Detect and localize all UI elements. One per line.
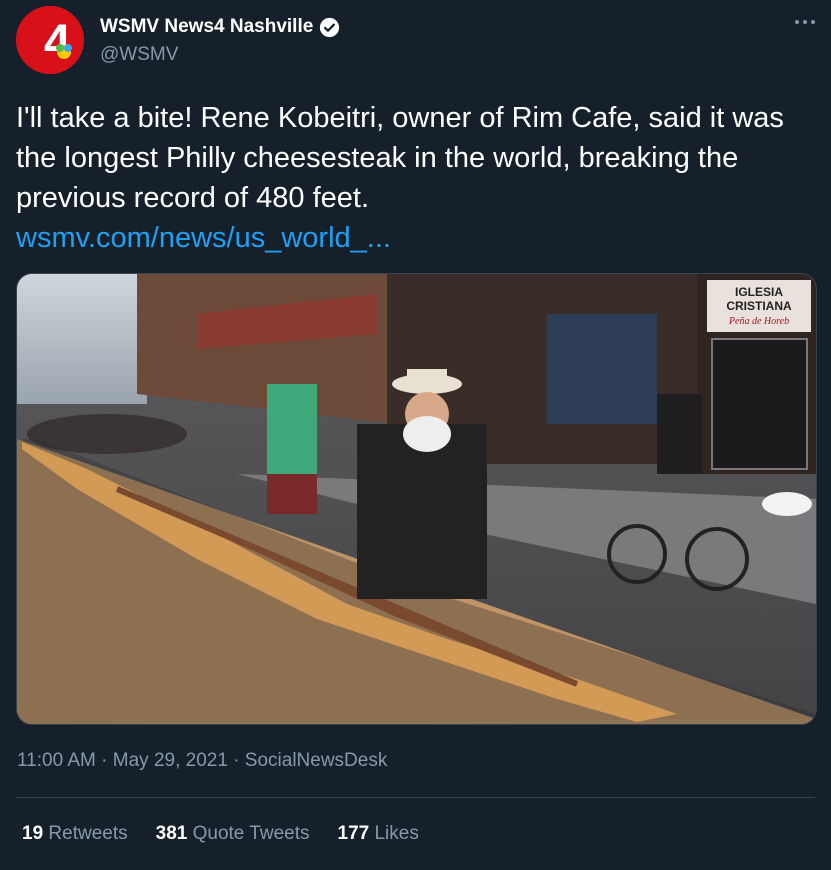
tweet-body: I'll take a bite! Rene Kobeitri, owner o… xyxy=(16,98,816,258)
separator: · xyxy=(233,750,240,771)
retweets-stat[interactable]: 19 Retweets xyxy=(22,823,128,845)
likes-label: Likes xyxy=(374,823,419,844)
tweet-photo[interactable]: IGLESIA CRISTIANA Peña de Horeb xyxy=(16,273,817,725)
tweet-date[interactable]: May 29, 2021 xyxy=(113,750,228,771)
quotes-count: 381 xyxy=(155,823,188,844)
svg-text:Peña de Horeb: Peña de Horeb xyxy=(728,316,789,327)
tweet-text: I'll take a bite! Rene Kobeitri, owner o… xyxy=(16,102,784,214)
divider xyxy=(16,797,815,798)
retweets-count: 19 xyxy=(22,823,44,844)
svg-text:CRISTIANA: CRISTIANA xyxy=(726,299,792,313)
tweet-meta: 11:00 AM · May 29, 2021 · SocialNewsDesk xyxy=(17,750,387,772)
quote-tweets-stat[interactable]: 381 Quote Tweets xyxy=(156,823,310,845)
svg-text:4: 4 xyxy=(44,16,71,69)
wsmv-logo-icon: 4 xyxy=(16,6,84,74)
user-handle[interactable]: @WSMV xyxy=(100,44,178,66)
retweets-label: Retweets xyxy=(48,823,128,844)
display-name[interactable]: WSMV News4 Nashville xyxy=(100,16,313,38)
verified-badge-icon xyxy=(319,17,340,38)
likes-stat[interactable]: 177 Likes xyxy=(338,823,419,845)
more-options-icon[interactable] xyxy=(793,14,817,30)
tweet-link[interactable]: wsmv.com/news/us_world_... xyxy=(16,218,816,258)
tweet-time[interactable]: 11:00 AM xyxy=(17,750,96,771)
separator: · xyxy=(101,750,108,771)
svg-text:IGLESIA: IGLESIA xyxy=(735,285,783,299)
tweet-source[interactable]: SocialNewsDesk xyxy=(245,750,388,771)
engagement-stats: 19 Retweets 381 Quote Tweets 177 Likes xyxy=(22,823,419,845)
avatar[interactable]: 4 xyxy=(16,6,84,74)
likes-count: 177 xyxy=(337,823,370,844)
cheesesteak-photo: IGLESIA CRISTIANA Peña de Horeb xyxy=(17,274,816,724)
quotes-label: Quote Tweets xyxy=(192,823,310,844)
